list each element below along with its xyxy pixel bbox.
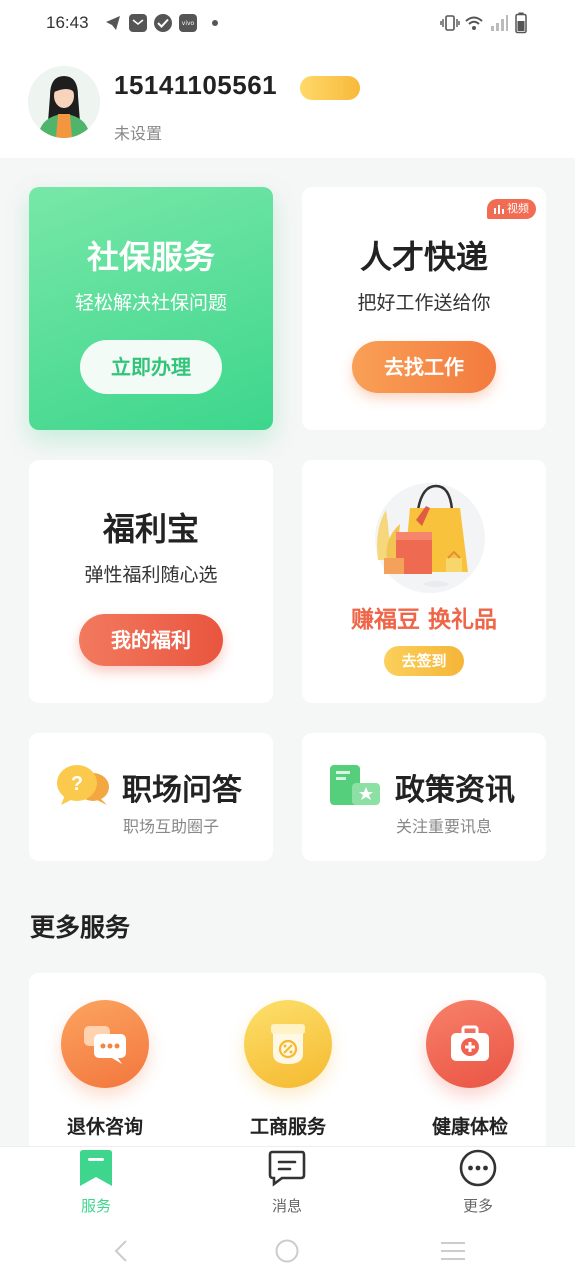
status-bar: 16:43 vivo bbox=[0, 0, 575, 48]
vivo-icon: vivo bbox=[179, 14, 197, 32]
recents-icon[interactable] bbox=[440, 1241, 466, 1265]
card-subtitle: 关注重要讯息 bbox=[396, 817, 493, 836]
my-welfare-button[interactable]: 我的福利 bbox=[79, 614, 223, 666]
card-title: 政策资讯 bbox=[395, 773, 515, 808]
social-security-card[interactable]: 社保服务 轻松解决社保问题 立即办理 bbox=[29, 187, 273, 430]
chat-bubbles-icon bbox=[61, 1000, 149, 1088]
service-business[interactable]: 工商服务 bbox=[218, 1000, 358, 1139]
bookmark-icon bbox=[80, 1150, 112, 1186]
card-subtitle: 把好工作送给你 bbox=[357, 292, 491, 314]
service-label: 工商服务 bbox=[249, 1116, 326, 1138]
service-retirement[interactable]: 退休咨询 bbox=[35, 1000, 175, 1139]
card-subtitle: 弹性福利随心选 bbox=[84, 564, 218, 586]
check-icon bbox=[154, 14, 172, 32]
system-nav-bar bbox=[0, 1222, 575, 1280]
more-icon bbox=[459, 1149, 497, 1187]
video-tag: 视频 bbox=[487, 199, 536, 219]
policy-news-card[interactable]: 政策资讯 关注重要讯息 bbox=[302, 733, 546, 861]
home-icon[interactable] bbox=[275, 1239, 299, 1267]
service-label: 退休咨询 bbox=[66, 1116, 143, 1138]
talent-delivery-card[interactable]: 视频 人才快递 把好工作送给你 去找工作 bbox=[302, 187, 546, 430]
video-tag-label: 视频 bbox=[507, 202, 529, 215]
more-services-card: 退休咨询 工商服务 健康体检 bbox=[29, 973, 546, 1173]
service-label: 健康体检 bbox=[431, 1116, 508, 1138]
tab-messages[interactable]: 消息 bbox=[237, 1149, 337, 1216]
user-phone: 15141105561 bbox=[114, 70, 278, 100]
wifi-icon bbox=[464, 14, 484, 36]
back-icon[interactable] bbox=[112, 1239, 132, 1267]
mail-icon bbox=[129, 14, 147, 32]
handle-now-button[interactable]: 立即办理 bbox=[80, 340, 222, 394]
notification-dot bbox=[212, 20, 218, 26]
medical-kit-icon bbox=[426, 1000, 514, 1088]
member-badge[interactable] bbox=[300, 76, 360, 100]
message-icon bbox=[268, 1150, 306, 1187]
card-subtitle: 轻松解决社保问题 bbox=[74, 292, 227, 314]
service-health-check[interactable]: 健康体检 bbox=[400, 1000, 540, 1139]
find-job-button[interactable]: 去找工作 bbox=[352, 341, 496, 393]
signal-icon bbox=[490, 14, 508, 36]
shopping-bag-illustration bbox=[360, 480, 490, 604]
user-nickname[interactable]: 未设置 bbox=[114, 120, 162, 144]
points-card[interactable]: 赚福豆 换礼品 去签到 bbox=[302, 460, 546, 703]
card-title: 福利宝 bbox=[102, 510, 199, 548]
workplace-qa-card[interactable]: ? 职场问答 职场互助圈子 bbox=[29, 733, 273, 861]
points-title: 赚福豆 换礼品 bbox=[350, 607, 497, 633]
tab-label: 服务 bbox=[80, 1197, 111, 1215]
percent-tag-icon bbox=[244, 1000, 332, 1088]
tab-label: 更多 bbox=[462, 1197, 493, 1215]
check-in-button[interactable]: 去签到 bbox=[384, 646, 464, 676]
document-star-icon bbox=[328, 763, 382, 811]
card-subtitle: 职场互助圈子 bbox=[123, 817, 220, 836]
card-title: 职场问答 bbox=[122, 773, 242, 808]
card-title: 社保服务 bbox=[86, 238, 215, 276]
telegram-icon bbox=[104, 14, 122, 32]
card-title: 人才快递 bbox=[359, 238, 488, 276]
question-bubble-icon: ? bbox=[55, 763, 109, 811]
status-time: 16:43 bbox=[46, 13, 89, 32]
avatar[interactable] bbox=[28, 66, 100, 138]
tab-more[interactable]: 更多 bbox=[428, 1149, 528, 1216]
welfare-card[interactable]: 福利宝 弹性福利随心选 我的福利 bbox=[29, 460, 273, 703]
vibrate-icon bbox=[440, 14, 460, 36]
svg-text:?: ? bbox=[71, 773, 83, 795]
tab-service[interactable]: 服务 bbox=[46, 1149, 146, 1216]
tab-label: 消息 bbox=[271, 1197, 302, 1215]
battery-icon bbox=[515, 12, 527, 38]
more-services-title: 更多服务 bbox=[30, 913, 131, 942]
